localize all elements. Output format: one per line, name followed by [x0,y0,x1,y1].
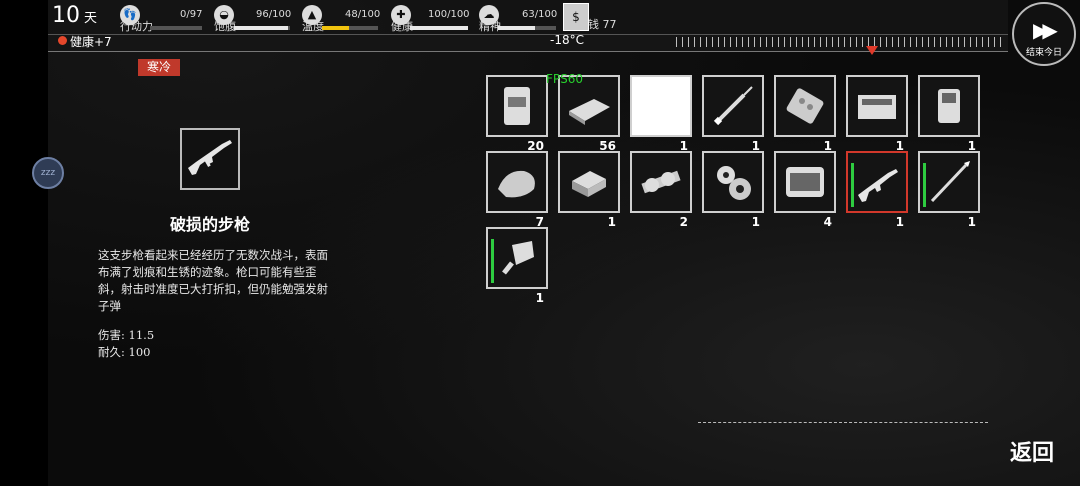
divider [698,422,988,423]
stat-bar [150,26,202,30]
rifle-icon [188,140,232,175]
end-day-button[interactable]: ▶▶ 结束今日 [1012,2,1076,66]
item-title: 破损的步枪 [169,215,250,234]
item-quantity: 1 [607,215,616,229]
temperature-ruler [676,37,1006,47]
pill-blister-icon [786,88,824,124]
stat-spirit: ☁ 精神 63/100 [479,4,558,33]
inventory-slot[interactable]: 4 [774,151,836,229]
stat-value: 48/100 [345,9,381,20]
inventory-slot[interactable]: 1 [846,151,908,229]
stat-label: 饱腹 [214,20,236,33]
gear-shaft-icon [641,170,681,194]
tool-kit-icon [786,167,824,197]
stat-action: 👣 行动力 0/97 [120,4,203,33]
cleaver-icon [502,241,534,275]
tin-box-icon [572,171,606,197]
stat-temperature: ▲ 温度 48/100 [302,4,381,33]
toolbox-icon [858,95,896,119]
item-quantity: 1 [535,291,544,305]
fps-counter: FPS60 [546,72,584,86]
item-description: 这支步枪看起来已经经历了无数次战斗，表面布满了划痕和生锈的迹象。枪口可能有些歪斜… [98,248,328,313]
meat-icon [498,170,535,198]
stat-bar [234,26,290,30]
inventory-slot[interactable]: 1 [486,227,548,305]
health-buff-label: 健康+7 [70,35,112,49]
item-damage: 伤害: 11.5 [98,328,155,342]
stat-bar [498,26,556,30]
temperature-reading: -18°C [550,33,584,47]
spear-icon [930,161,970,203]
rifle-icon [858,169,898,202]
item-quantity: 2 [679,215,688,229]
temperature-marker-icon [866,46,878,55]
health-buff-dot-icon [58,36,67,45]
item-durability: 耐久: 100 [98,345,151,359]
end-day-label: 结束今日 [1025,48,1062,58]
fast-forward-icon: ▶▶ [1033,18,1058,42]
item-quantity: 4 [823,215,832,229]
stat-value: 0/97 [180,9,203,20]
stat-health: ✚ 健康 100/100 [391,4,470,33]
syringe-icon [713,86,753,126]
inventory-slot[interactable]: 1 [630,75,692,153]
cold-status-badge: 寒冷 [138,59,180,76]
inventory-slot[interactable]: 1 [918,75,980,153]
stat-hunger: ◒ 饱腹 96/100 [214,4,292,33]
inventory-slot[interactable]: 2 [630,151,692,229]
item-quantity: 1 [895,215,904,229]
day-counter: 10 天 [52,3,98,28]
stat-value: 100/100 [428,9,470,20]
gears-icon [717,166,751,200]
inventory-slot[interactable]: 1 [702,151,764,229]
money-icon: $ [563,3,589,31]
blank-item [638,83,684,129]
stat-bar [410,26,468,30]
stat-value: 96/100 [256,9,292,20]
selected-item-icon [180,128,240,190]
inventory-slot[interactable]: 1 [918,151,980,229]
item-quantity: 1 [751,215,760,229]
inventory-slot[interactable]: 1 [558,151,620,229]
stat-label: 行动力 [120,20,153,33]
stat-bar [322,26,378,30]
inventory-slot[interactable]: 7 [486,151,548,229]
inventory-slot[interactable]: 1 [702,75,764,153]
item-quantity: 1 [967,215,976,229]
money-label: 钱 77 [588,18,617,31]
stat-label: 温度 [302,20,324,33]
inventory-slot[interactable]: 1 [774,75,836,153]
board-pack-icon [569,99,610,125]
left-margin [0,0,48,486]
stat-value: 63/100 [522,9,558,20]
sleep-button[interactable]: zzz [32,157,64,189]
inventory-slot[interactable]: 20 [486,75,548,153]
inventory-slot[interactable]: 1 [846,75,908,153]
radio-icon [938,89,960,123]
return-button[interactable]: 返回 [1010,435,1054,467]
flour-bag-icon [504,87,530,125]
